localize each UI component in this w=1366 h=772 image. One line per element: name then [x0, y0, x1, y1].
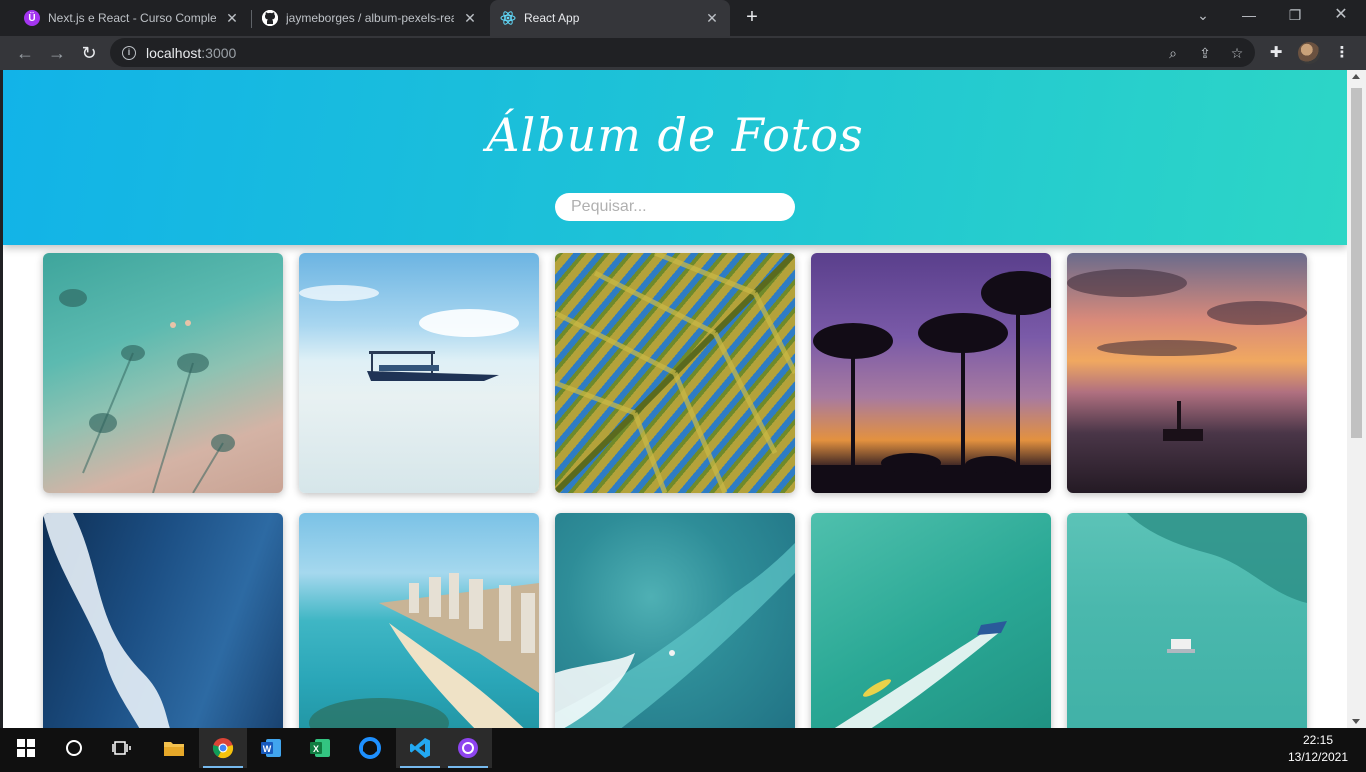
zoom-icon[interactable]: ⌕ — [1164, 44, 1182, 62]
github-icon — [262, 10, 278, 26]
page-scrollbar[interactable] — [1347, 70, 1366, 728]
chrome-icon[interactable] — [199, 728, 247, 768]
photo-image — [834, 621, 1007, 728]
photo-card[interactable] — [555, 513, 795, 728]
url-host: localhost — [146, 44, 202, 61]
photo-image — [555, 543, 795, 728]
menu-kebab-icon[interactable]: ⋮ — [1332, 43, 1352, 63]
address-bar[interactable]: i localhost :3000 ⌕ ⇪ ☆ — [110, 38, 1255, 67]
page-title: Álbum de Fotos — [486, 108, 864, 162]
restore-button[interactable]: ❐ — [1272, 0, 1318, 30]
file-explorer-icon[interactable] — [150, 728, 198, 768]
scroll-up-arrow-icon[interactable] — [1352, 74, 1360, 79]
profile-avatar[interactable] — [1298, 42, 1320, 64]
svg-text:W: W — [263, 744, 272, 754]
photo-card[interactable] — [811, 513, 1051, 728]
clock-time: 22:15 — [1302, 733, 1334, 747]
photo-card[interactable] — [1067, 253, 1307, 493]
edge-icon[interactable] — [346, 728, 394, 768]
photo-card[interactable] — [299, 253, 539, 493]
tab-udemy[interactable]: Ü Next.js e React - Curso Completo ✕ — [14, 4, 250, 32]
minimize-button[interactable]: — — [1226, 0, 1272, 30]
search-circle-icon[interactable] — [50, 728, 98, 768]
photo-card[interactable] — [43, 513, 283, 728]
info-icon[interactable]: i — [122, 45, 136, 60]
photo-image — [555, 253, 795, 493]
tab-search-icon[interactable]: ⌄ — [1180, 0, 1226, 30]
window-close-button[interactable]: ✕ — [1318, 0, 1364, 30]
close-icon[interactable]: ✕ — [462, 10, 478, 26]
tab-title: React App — [524, 11, 580, 25]
word-icon[interactable]: W — [247, 728, 295, 768]
bookmark-star-icon[interactable]: ☆ — [1228, 44, 1246, 62]
new-tab-button[interactable]: + — [740, 6, 764, 30]
page-header: Álbum de Fotos — [3, 70, 1347, 245]
extensions-puzzle-icon[interactable]: ✚ — [1266, 43, 1286, 63]
photo-card[interactable] — [811, 253, 1051, 493]
close-icon[interactable]: ✕ — [704, 10, 720, 26]
tab-github[interactable]: jaymeborges / album-pexels-react ✕ — [252, 4, 488, 32]
photo-image — [43, 513, 170, 728]
photo-image — [1067, 269, 1307, 441]
forward-arrow-icon[interactable]: → — [44, 40, 70, 66]
system-clock[interactable]: 22:15 13/12/2021 — [1278, 732, 1358, 766]
task-view-icon[interactable] — [98, 728, 146, 768]
svg-text:X: X — [313, 744, 319, 754]
photo-card[interactable] — [1067, 513, 1307, 728]
udemy-icon: Ü — [24, 10, 40, 26]
photo-card[interactable] — [43, 253, 283, 493]
react-icon — [500, 10, 516, 26]
tab-title: Next.js e React - Curso Completo — [48, 11, 216, 25]
photo-image — [59, 289, 235, 493]
photo-image — [309, 573, 539, 728]
browser-tab-strip: Ü Next.js e React - Curso Completo ✕ jay… — [0, 0, 1366, 36]
reload-icon[interactable]: ↻ — [76, 40, 102, 66]
photo-card[interactable] — [299, 513, 539, 728]
page-viewport: Álbum de Fotos — [3, 70, 1347, 728]
photo-image — [299, 285, 519, 381]
photo-image — [1127, 513, 1307, 653]
scroll-down-arrow-icon[interactable] — [1352, 719, 1360, 724]
tab-title: jaymeborges / album-pexels-react — [286, 11, 454, 25]
vscode-icon[interactable] — [396, 728, 444, 768]
scroll-thumb[interactable] — [1351, 88, 1362, 438]
url-port: :3000 — [201, 44, 237, 61]
photo-card[interactable] — [555, 253, 795, 493]
clock-date: 13/12/2021 — [1287, 750, 1349, 764]
windows-start-icon[interactable] — [2, 728, 50, 768]
browser-toolbar: ← → ↻ i localhost :3000 ⌕ ⇪ ☆ ✚ ⋮ — [0, 36, 1366, 70]
close-icon[interactable]: ✕ — [224, 10, 240, 26]
search-input[interactable] — [555, 193, 795, 221]
photo-image — [811, 271, 1051, 493]
back-arrow-icon[interactable]: ← — [12, 40, 38, 66]
tab-react-app[interactable]: React App ✕ — [490, 0, 730, 36]
github-desktop-icon[interactable] — [444, 728, 492, 768]
share-icon[interactable]: ⇪ — [1196, 44, 1214, 62]
excel-icon[interactable]: X — [296, 728, 344, 768]
windows-taskbar: W X 22:15 13/12/2021 — [0, 728, 1366, 772]
